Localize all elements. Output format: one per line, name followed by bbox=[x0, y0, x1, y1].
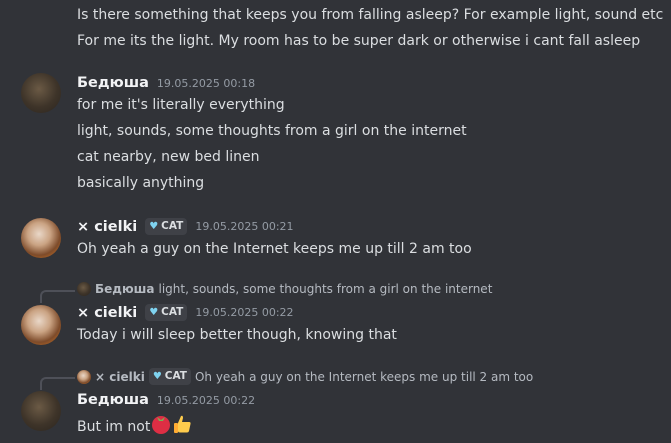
guild-tag[interactable]: ♥ CAT bbox=[145, 304, 188, 321]
avatar[interactable] bbox=[21, 73, 61, 113]
message-line: light, sounds, some thoughts from a girl… bbox=[77, 123, 467, 139]
reply-author[interactable]: Бедюша bbox=[95, 282, 154, 296]
avatar[interactable] bbox=[21, 305, 61, 345]
tomato-emoji bbox=[152, 416, 171, 434]
heart-shield-icon: ♥ bbox=[149, 221, 159, 232]
avatar[interactable] bbox=[21, 218, 61, 258]
message-text: But im not bbox=[77, 419, 151, 435]
avatar[interactable] bbox=[21, 391, 61, 431]
username[interactable]: × cielki bbox=[77, 219, 137, 235]
reply-spine bbox=[40, 290, 75, 303]
reply-spine bbox=[40, 377, 75, 390]
message-header: × cielki ♥ CAT 19.05.2025 00:21 bbox=[77, 218, 294, 235]
timestamp: 19.05.2025 00:18 bbox=[156, 76, 256, 90]
message-header: Бедюша 19.05.2025 00:18 bbox=[77, 75, 255, 91]
message-line: Oh yeah a guy on the Internet keeps me u… bbox=[77, 241, 472, 257]
message-line: for me it's literally everything bbox=[77, 97, 285, 113]
reply-preview[interactable]: × cielki ♥ CAT Oh yeah a guy on the Inte… bbox=[77, 368, 533, 385]
username[interactable]: Бедюша bbox=[77, 392, 149, 408]
reply-preview[interactable]: Бедюша light, sounds, some thoughts from… bbox=[77, 282, 492, 296]
timestamp: 19.05.2025 00:21 bbox=[195, 220, 294, 233]
reply-author[interactable]: × cielki bbox=[95, 370, 145, 384]
message-line: cat nearby, new bed linen bbox=[77, 149, 260, 165]
message-line: basically anything bbox=[77, 175, 205, 191]
reply-avatar bbox=[77, 369, 91, 384]
thumbs-up-emoji bbox=[174, 415, 191, 433]
message-header: × cielki ♥ CAT 19.05.2025 00:22 bbox=[77, 304, 294, 321]
guild-tag[interactable]: ♥ CAT bbox=[148, 368, 191, 385]
reply-text[interactable]: Oh yeah a guy on the Internet keeps me u… bbox=[195, 370, 533, 384]
timestamp: 19.05.2025 00:22 bbox=[156, 393, 256, 407]
message-line: Today i will sleep better though, knowin… bbox=[77, 327, 397, 343]
guild-tag-label: CAT bbox=[161, 220, 184, 232]
username[interactable]: × cielki bbox=[77, 305, 137, 321]
reply-text[interactable]: light, sounds, some thoughts from a girl… bbox=[158, 282, 492, 296]
message-line: Is there something that keeps you from f… bbox=[77, 7, 664, 23]
heart-shield-icon: ♥ bbox=[152, 371, 162, 382]
guild-tag[interactable]: ♥ CAT bbox=[145, 218, 188, 235]
guild-tag-label: CAT bbox=[164, 370, 187, 382]
reply-avatar bbox=[77, 282, 91, 296]
message-line: For me its the light. My room has to be … bbox=[77, 33, 641, 49]
message-line: But im not bbox=[77, 413, 194, 436]
username[interactable]: Бедюша bbox=[77, 75, 149, 91]
message-header: Бедюша 19.05.2025 00:22 bbox=[77, 392, 255, 408]
timestamp: 19.05.2025 00:22 bbox=[195, 306, 294, 319]
heart-shield-icon: ♥ bbox=[149, 307, 159, 318]
guild-tag-label: CAT bbox=[161, 306, 184, 318]
